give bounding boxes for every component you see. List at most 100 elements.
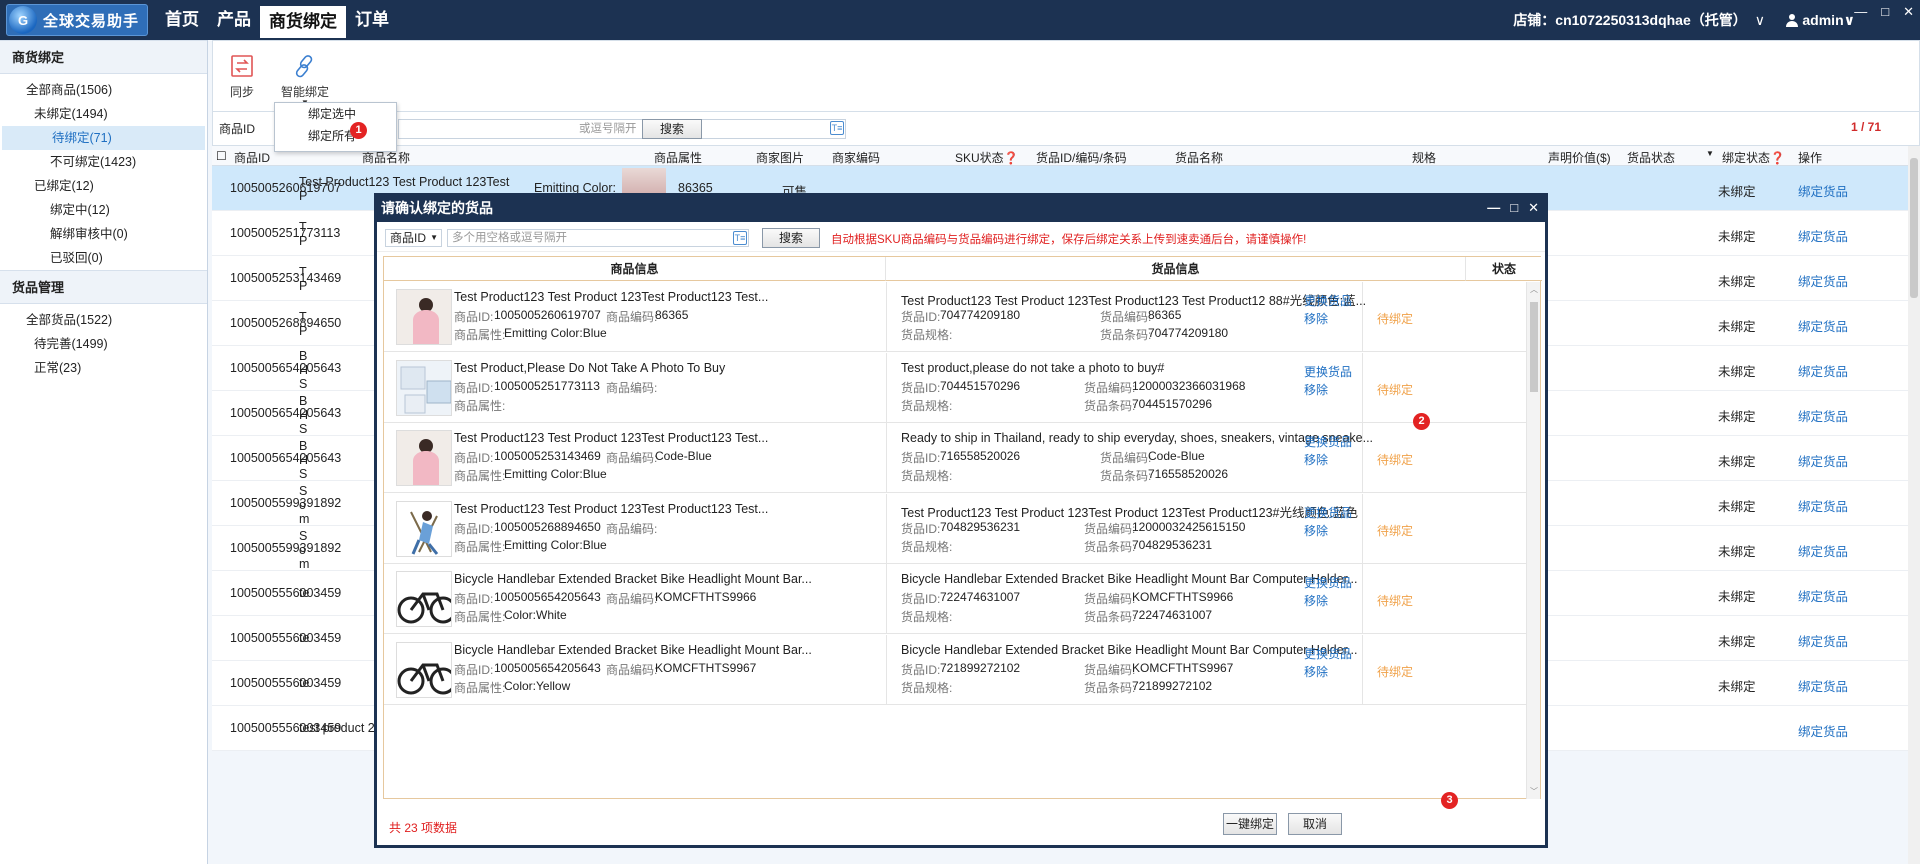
col-goods-name[interactable]: 货品名称: [1175, 149, 1223, 166]
remove-link[interactable]: 移除: [1304, 451, 1328, 468]
remove-link[interactable]: 移除: [1304, 522, 1328, 539]
sidebar-item[interactable]: 绑定中(12): [0, 198, 207, 222]
bind-goods-link[interactable]: 绑定货品: [1798, 676, 1848, 695]
search-field-select[interactable]: 商品ID: [219, 119, 274, 139]
sidebar-item[interactable]: 已驳回(0): [0, 246, 207, 270]
product-id-value: 1005005654205643: [494, 660, 601, 675]
sidebar-item[interactable]: 正常(23): [0, 356, 207, 380]
bind-goods-link[interactable]: 绑定货品: [1798, 496, 1848, 515]
goods-barcode-label: 货品条码:: [1084, 539, 1136, 554]
maximize-icon[interactable]: □: [1881, 4, 1889, 20]
change-goods-link[interactable]: 更换货品: [1304, 504, 1352, 521]
col-product-attr[interactable]: 商品属性: [654, 149, 702, 166]
col-product-id[interactable]: 商品ID: [234, 149, 270, 166]
globe-icon: G: [9, 6, 37, 34]
col-merchant-code[interactable]: 商家编码: [832, 149, 880, 166]
dialog-maximize-icon[interactable]: □: [1510, 196, 1518, 220]
dialog-search-button[interactable]: 搜索: [762, 228, 820, 248]
product-id-cell: 1005005556003459: [230, 586, 342, 600]
change-goods-link[interactable]: 更换货品: [1304, 292, 1352, 309]
close-icon[interactable]: ✕: [1903, 4, 1914, 20]
bind-goods-link[interactable]: 绑定货品: [1798, 631, 1848, 650]
scroll-down-icon[interactable]: ﹀: [1530, 786, 1538, 797]
filter-icon[interactable]: ▼: [1706, 149, 1714, 158]
dialog-row: Test Product,Please Do Not Take A Photo …: [384, 352, 1526, 423]
dialog-scroll-thumb[interactable]: [1530, 302, 1538, 392]
product-name-cell: S: [299, 484, 308, 498]
bind-goods-link[interactable]: 绑定货品: [1798, 406, 1848, 425]
bind-goods-link[interactable]: 绑定货品: [1798, 316, 1848, 335]
goods-barcode-label: 货品条码:: [1100, 328, 1152, 342]
col-operation[interactable]: 操作: [1798, 149, 1822, 166]
bind-goods-link[interactable]: 绑定货品: [1798, 721, 1848, 740]
remove-link[interactable]: 移除: [1304, 663, 1328, 680]
col-spec[interactable]: 规格: [1412, 149, 1436, 166]
scroll-up-icon[interactable]: ︿: [1530, 284, 1538, 295]
minimize-icon[interactable]: —: [1854, 4, 1867, 20]
bind-status-cell: 未绑定: [1718, 680, 1756, 694]
cancel-button[interactable]: 取消: [1288, 813, 1342, 835]
change-goods-link[interactable]: 更换货品: [1304, 433, 1352, 450]
sync-button[interactable]: 同步: [227, 53, 257, 100]
bind-goods-link[interactable]: 绑定货品: [1798, 541, 1848, 560]
remove-link[interactable]: 移除: [1304, 310, 1328, 327]
app-logo[interactable]: G 全球交易助手: [6, 4, 149, 36]
nav-home[interactable]: 首页: [156, 0, 208, 40]
dialog-close-icon[interactable]: ✕: [1528, 196, 1539, 220]
product-name-line2: P: [299, 189, 308, 203]
change-goods-link[interactable]: 更换货品: [1304, 645, 1352, 662]
sidebar-item[interactable]: 解绑审核中(0): [0, 222, 207, 246]
dialog-search-field[interactable]: 商品ID ▼: [385, 229, 442, 247]
shop-selector[interactable]: 店铺：cn1072250313dqhae（托管） ∨: [1513, 0, 1765, 40]
bind-goods-link[interactable]: 绑定货品: [1798, 361, 1848, 380]
col-bind-status[interactable]: 绑定状态❓: [1722, 149, 1785, 166]
dialog-row: Test Product123 Test Product 123Test Pro…: [384, 423, 1526, 493]
product-name: Bicycle Handlebar Extended Bracket Bike …: [454, 572, 812, 586]
smart-bind-button[interactable]: 智能绑定 ▼: [279, 53, 331, 107]
remove-link[interactable]: 移除: [1304, 381, 1328, 398]
menu-bind-selected[interactable]: 绑定选中: [275, 103, 396, 125]
pending-status: 待绑定: [1377, 523, 1414, 538]
sidebar-item[interactable]: 未绑定(1494): [0, 102, 207, 126]
col-declared-value[interactable]: 声明价值($): [1548, 149, 1611, 166]
sidebar-item[interactable]: 待绑定(71): [2, 126, 205, 150]
dialog-scrollbar[interactable]: ︿ ﹀: [1526, 282, 1540, 799]
top-bar: G 全球交易助手 首页 产品 商货绑定 订单 店铺：cn1072250313dq…: [0, 0, 1920, 40]
col-merchant-image[interactable]: 商家图片: [756, 149, 804, 166]
nav-orders[interactable]: 订单: [346, 0, 398, 40]
bind-goods-link[interactable]: 绑定货品: [1798, 451, 1848, 470]
bind-goods-link[interactable]: 绑定货品: [1798, 226, 1848, 245]
bind-goods-link[interactable]: 绑定货品: [1798, 271, 1848, 290]
search-row: 商品ID 或逗号隔开 T≡ 搜索 1 / 71: [212, 112, 1920, 146]
sidebar-item[interactable]: 待完善(1499): [0, 332, 207, 356]
col-goods-status[interactable]: 货品状态: [1627, 149, 1675, 166]
one-click-bind-button[interactable]: 一键绑定: [1223, 813, 1277, 835]
nav-binding[interactable]: 商货绑定: [260, 6, 347, 38]
search-button[interactable]: 搜索: [642, 119, 702, 139]
sidebar-item[interactable]: 全部货品(1522): [0, 308, 207, 332]
product-id-value: 1005005251773113: [494, 378, 600, 393]
col-goods-id[interactable]: 货品ID/编码/条码: [1036, 149, 1127, 166]
sidebar-item[interactable]: 全部商品(1506): [0, 78, 207, 102]
change-goods-link[interactable]: 更换货品: [1304, 574, 1352, 591]
row-selector[interactable]: ☐: [216, 149, 227, 163]
multiline-input-icon[interactable]: T≡: [733, 231, 747, 245]
nav-products[interactable]: 产品: [208, 0, 260, 40]
sidebar-item[interactable]: 已绑定(12): [0, 174, 207, 198]
col-sku-status[interactable]: SKU状态❓: [955, 149, 1019, 166]
scroll-thumb[interactable]: [1910, 158, 1918, 298]
bind-goods-link[interactable]: 绑定货品: [1798, 586, 1848, 605]
user-menu[interactable]: admin∨: [1785, 0, 1855, 40]
dialog-minimize-icon[interactable]: —: [1487, 196, 1500, 220]
bind-goods-link[interactable]: 绑定货品: [1798, 181, 1848, 200]
change-goods-link[interactable]: 更换货品: [1304, 363, 1352, 380]
goods-id-value: 704829536231: [940, 519, 1021, 534]
dialog-search-input[interactable]: 多个用空格或逗号隔开: [447, 229, 749, 247]
menu-bind-all[interactable]: 绑定所有: [275, 125, 396, 147]
bind-status-cell: 未绑定: [1718, 320, 1756, 334]
remove-link[interactable]: 移除: [1304, 592, 1328, 609]
table-scrollbar[interactable]: [1908, 146, 1920, 864]
search-input[interactable]: 或逗号隔开 T≡: [398, 119, 846, 139]
multiline-input-icon[interactable]: T≡: [830, 121, 844, 135]
sidebar-item[interactable]: 不可绑定(1423): [0, 150, 207, 174]
